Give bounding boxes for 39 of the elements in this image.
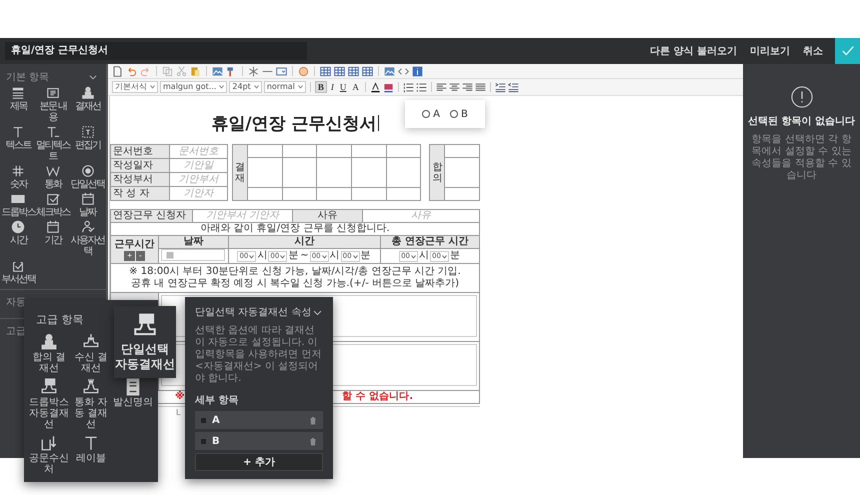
approval-label-cell: 결재 (232, 144, 248, 200)
note-text: ※ 18:00시 부터 30분단위로 신청 가능, 날짜/시각/총 연장근무 시간 기입. (128, 266, 462, 278)
section-title: 자동 (6, 297, 26, 308)
label-cell: 사유 (292, 210, 362, 222)
agreement-label-cell: 합의 (430, 144, 445, 200)
time-unit: 분 (450, 250, 460, 261)
label-cell: 문서번호 (110, 144, 169, 158)
label-cell: 작성부서 (110, 172, 169, 186)
column-header: 날짜 (158, 236, 228, 248)
label-cell: 연장근무 신청자 (110, 210, 192, 222)
column-header: 근무시간 (114, 238, 154, 250)
label-cell: 작 성 자 (110, 186, 169, 200)
column-header: 총 연장근무 시간 (380, 236, 480, 248)
time-unit: 분 (360, 250, 371, 261)
time-unit: 분 (288, 250, 298, 261)
empty-state-text: 항목을 선택하면 각 항목에서 설정할 수 있는 속성들을 적용할 수 있습니다 (750, 134, 852, 182)
value-cell: 기안부서 (169, 172, 228, 186)
range-separator: ~ (300, 250, 309, 261)
panel-title: 단일선택 자동결재선 속성 (195, 306, 312, 319)
time-unit: 시 (330, 250, 340, 261)
time-unit: 시 (257, 250, 268, 261)
value-cell: 사유 (362, 210, 480, 222)
value-cell: 기안자 (169, 186, 228, 200)
description-text: 선택한 옵션에 따라 결재선이 자동으로 설정됩니다. 이 입력항목을 사용하려면 먼저 <자동결재선> 이 설정되어야 합니다. (195, 325, 322, 385)
section-title: 기본 항목 (6, 71, 50, 84)
document-title: 휴일/연장 근무신청서 (211, 114, 377, 134)
warning-text: ※ (175, 391, 185, 403)
panel-title: 고급 항목 (36, 312, 84, 327)
value-cell: 문서번호 (169, 144, 228, 158)
warning-text: 할 수 없습니다. (342, 391, 413, 403)
value-cell: 기안일 (169, 158, 228, 172)
placeholder-text: 기안부서 (206, 210, 246, 221)
section-title: 세부 항목 (195, 394, 240, 407)
placeholder-text: 기안자 (249, 210, 280, 221)
time-unit: 시 (419, 250, 429, 261)
label-cell: 작성일자 (110, 158, 169, 172)
empty-state-title: 선택된 항목이 없습니다 (748, 115, 855, 128)
note-text: 공휴 내 연장근무 확정 예정 시 복수일 신청 가능.(+/- 버튼으로 날짜추가) (130, 278, 460, 290)
column-header: 시간 (228, 236, 380, 248)
